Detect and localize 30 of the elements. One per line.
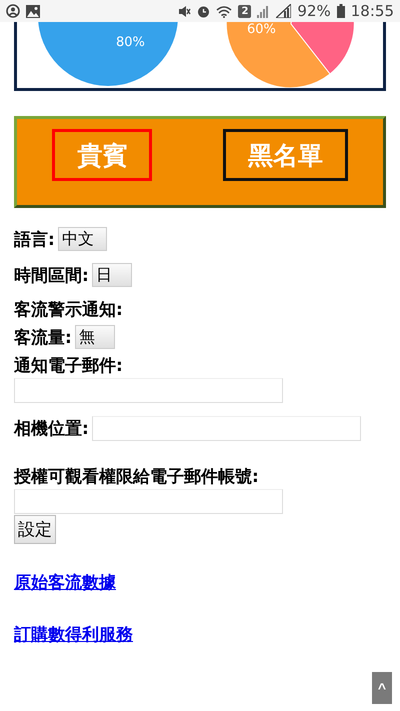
wifi-icon (216, 4, 232, 18)
field-label: 客流量: (14, 326, 72, 348)
battery-percentage: 92% (297, 2, 331, 20)
link[interactable]: 訂購數得利服務 (14, 623, 133, 646)
pie-label: 60% (247, 22, 276, 37)
field-label: 通知電子郵件: (14, 354, 123, 376)
dropdown[interactable]: 日 (92, 263, 132, 287)
scroll-top-button[interactable]: ^ (372, 672, 392, 704)
input-field[interactable] (92, 416, 361, 440)
sim-badge: 2 (238, 4, 252, 18)
field-label: 語言: (14, 228, 55, 250)
input-field[interactable] (14, 378, 283, 403)
field-label: 相機位置: (14, 418, 89, 440)
account-icon (6, 4, 20, 18)
dropdown[interactable]: 中文 (58, 227, 107, 251)
field-label: 授權可觀看權限給電子郵件帳號: (14, 466, 259, 488)
field-label: 客流警示通知: (14, 298, 123, 320)
submit-button[interactable]: 設定 (14, 515, 56, 544)
pie-label: 80% (116, 35, 145, 50)
input-field[interactable] (14, 489, 283, 514)
mute-icon (178, 4, 192, 18)
dropdown[interactable]: 無 (74, 325, 115, 349)
field-label: 時間區間: (14, 264, 89, 286)
clock-time: 18:55 (350, 2, 394, 20)
image-icon (26, 4, 40, 18)
link[interactable]: 原始客流數據 (14, 571, 116, 594)
signal-icon (257, 4, 270, 18)
signal-icon (276, 4, 292, 18)
alarm-icon (197, 4, 210, 18)
battery-icon (336, 4, 345, 18)
